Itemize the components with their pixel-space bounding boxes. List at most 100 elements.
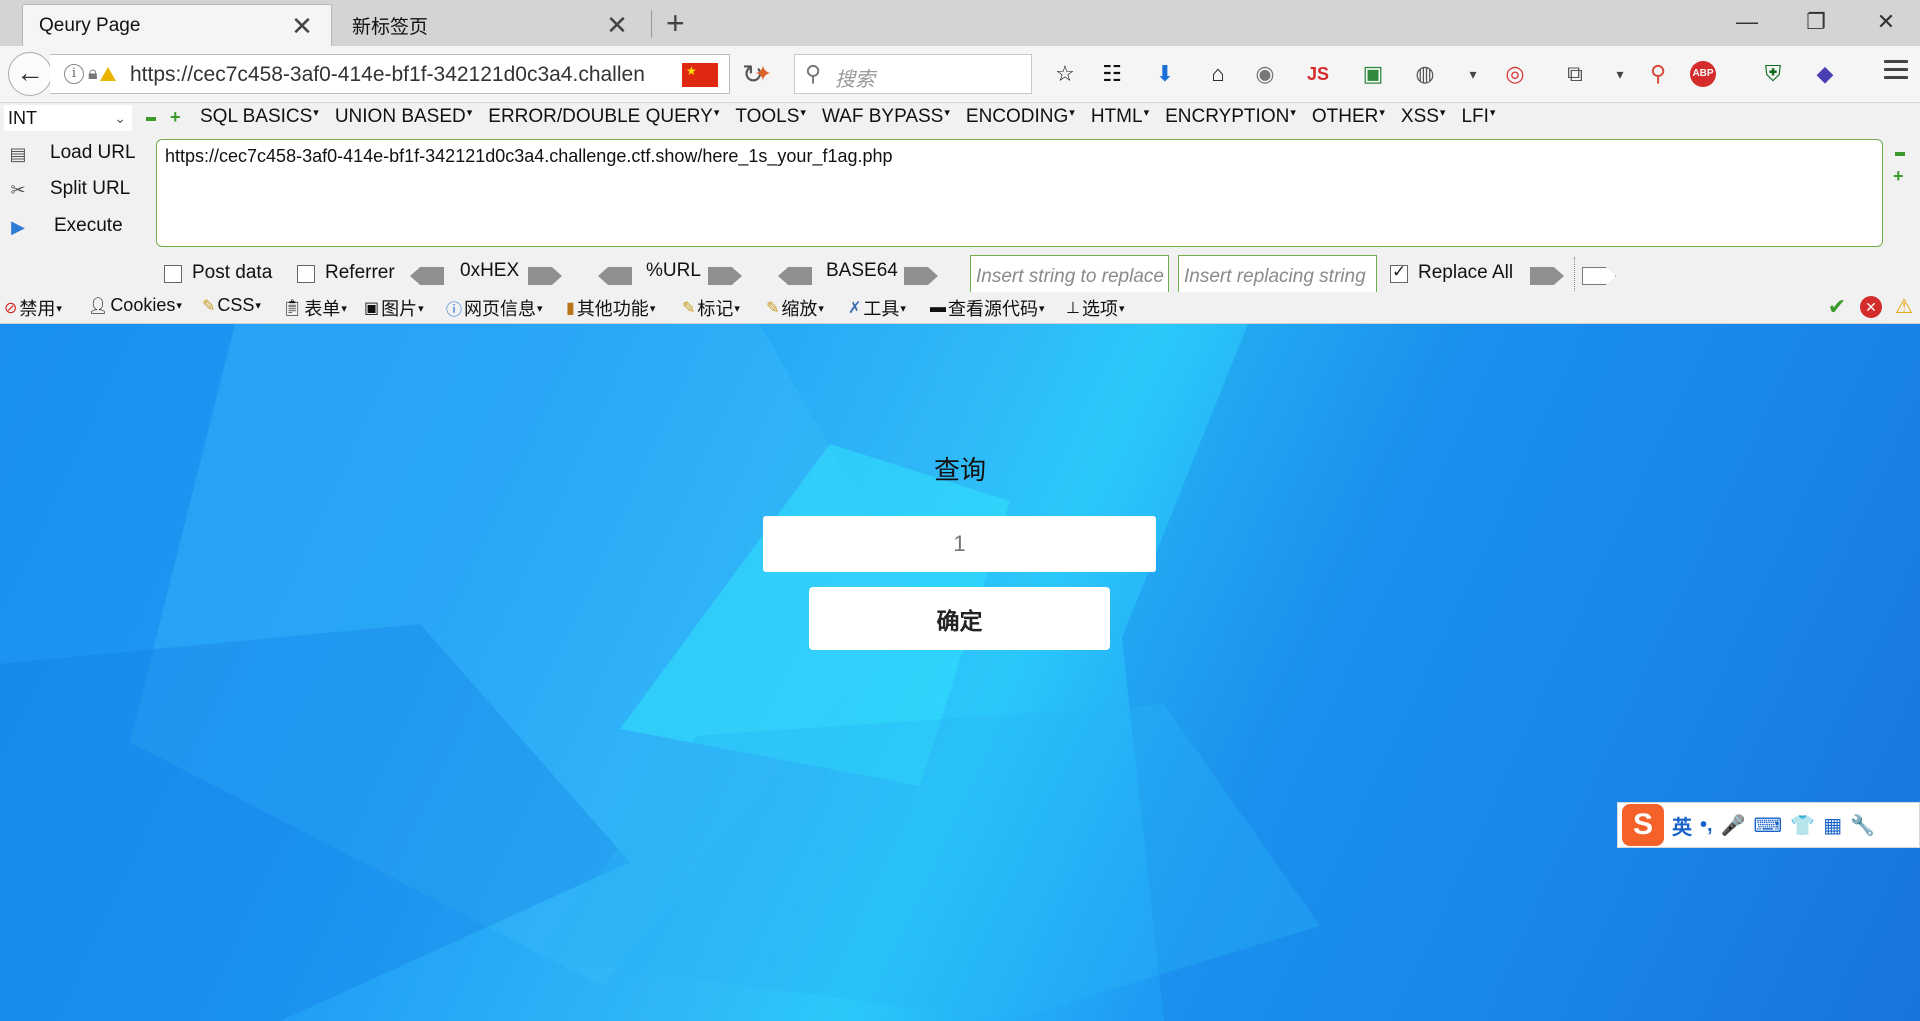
js-icon[interactable]: JS <box>1303 59 1333 89</box>
menu-html[interactable]: HTML <box>1091 106 1149 128</box>
menu-error-double-query[interactable]: ERROR/DOUBLE QUERY <box>488 106 719 128</box>
hex-label: 0xHEX <box>460 260 520 281</box>
close-window-button[interactable]: ✕ <box>1864 6 1908 38</box>
adblock-icon[interactable]: ABP <box>1690 61 1716 87</box>
url-encode-arrow[interactable] <box>708 267 742 285</box>
options-icon: ⊥ <box>1066 300 1080 317</box>
search-box[interactable]: ⚲ 搜索 <box>794 54 1032 94</box>
wd-forms[interactable]: 📋︎ 表单 ▾ <box>282 295 347 321</box>
increase-icon[interactable]: + <box>170 108 181 126</box>
dropdown-arrow-icon[interactable]: ▾ <box>1605 59 1635 89</box>
submit-button[interactable]: 确定 <box>809 587 1110 650</box>
extension-fox-icon[interactable]: ✦ <box>748 59 778 89</box>
dropdown-arrow-icon[interactable]: ▾ <box>1458 59 1488 89</box>
user-icon: 👤︎ <box>88 297 109 315</box>
replace-all-label: Replace All <box>1418 262 1514 283</box>
download-icon[interactable]: ⬇ <box>1150 59 1180 89</box>
menu-encoding[interactable]: ENCODING <box>966 106 1075 128</box>
replace-back-arrow[interactable] <box>1582 267 1616 285</box>
new-tab-button[interactable]: + <box>666 7 685 39</box>
tab-new-tab[interactable]: 新标签页 ✕ <box>336 4 646 46</box>
globe-icon[interactable]: ◉ <box>1250 59 1280 89</box>
copy-icon[interactable]: ⧉ <box>1560 59 1590 89</box>
error-icon[interactable]: ✕ <box>1860 296 1882 318</box>
ime-punctuation-icon[interactable]: •, <box>1700 814 1713 837</box>
search-placeholder: 搜索 <box>835 69 875 91</box>
tab-strip: Qeury Page ✕ 新标签页 ✕ + — ❐ ✕ <box>0 0 1920 46</box>
record-icon[interactable]: ◎ <box>1500 59 1530 89</box>
toolbox-icon[interactable]: 🔧 <box>1850 813 1875 838</box>
menu-xss[interactable]: XSS <box>1401 106 1446 128</box>
url-text[interactable]: https://cec7c458-3af0-414e-bf1f-342121d0… <box>130 63 645 87</box>
back-arrow-icon: ← <box>16 57 44 88</box>
dropdown-arrow-icon: ▾ <box>649 302 656 315</box>
menu-sql-basics[interactable]: SQL BASICS <box>200 106 319 128</box>
hamburger-menu-icon[interactable] <box>1884 60 1908 84</box>
menu-waf-bypass[interactable]: WAF BYPASS <box>822 106 950 128</box>
decrease-icon[interactable] <box>146 117 156 121</box>
reading-list-icon[interactable]: ☷ <box>1097 59 1127 89</box>
tab-close-icon[interactable]: ✕ <box>289 13 315 39</box>
menu-other[interactable]: OTHER <box>1312 106 1385 128</box>
checkmark-icon[interactable]: ✔ <box>1826 296 1848 318</box>
info-icon[interactable]: i <box>64 64 84 84</box>
menu-union-based[interactable]: UNION BASED <box>335 106 472 128</box>
ime-language[interactable]: 英 <box>1672 811 1692 840</box>
warning-icon[interactable]: ⚠ <box>1893 296 1915 318</box>
hackbar-url-textarea[interactable]: https://cec7c458-3af0-414e-bf1f-342121d0… <box>156 139 1883 247</box>
tab-qeury-page[interactable]: Qeury Page ✕ <box>22 4 332 46</box>
select-value: INT <box>8 108 37 128</box>
replace-arrow[interactable] <box>1530 267 1564 285</box>
wd-cookies[interactable]: 👤︎ Cookies ▾ <box>88 295 182 316</box>
apps-grid-icon[interactable]: ▦ <box>1823 813 1842 838</box>
palette-icon[interactable]: ◍ <box>1410 59 1440 89</box>
query-input[interactable] <box>763 516 1156 572</box>
wd-disable[interactable]: ⊘ 禁用 ▾ <box>4 295 62 321</box>
back-button[interactable]: ← <box>8 52 52 96</box>
shrink-icon[interactable] <box>1895 152 1905 156</box>
wd-resize[interactable]: ✎ 缩放 ▾ <box>766 295 824 321</box>
restore-button[interactable]: ❐ <box>1794 6 1838 38</box>
diamond-icon[interactable]: ◆ <box>1810 59 1840 89</box>
tab-separator <box>651 10 652 38</box>
dropdown-arrow-icon: ▾ <box>255 300 261 312</box>
home-icon[interactable]: ⌂ <box>1203 59 1233 89</box>
url-decode-arrow[interactable] <box>598 267 632 285</box>
url-label: %URL <box>646 260 701 281</box>
hex-decode-arrow[interactable] <box>410 267 444 285</box>
zoom-tool-icon[interactable]: ⚲ <box>1643 59 1673 89</box>
wd-images[interactable]: ▣ 图片 ▾ <box>364 295 424 321</box>
shield-icon[interactable]: ⛨ <box>1758 59 1788 89</box>
wd-outline-label: 标记 <box>697 299 734 319</box>
microphone-icon[interactable]: 🎤 <box>1721 813 1746 838</box>
keyboard-icon[interactable]: ⌨ <box>1753 813 1782 838</box>
menu-encryption[interactable]: ENCRYPTION <box>1165 106 1296 128</box>
wd-css[interactable]: ✎ CSS ▾ <box>202 295 261 316</box>
skin-icon[interactable]: 👕 <box>1790 813 1815 838</box>
base64-encode-arrow[interactable] <box>904 267 938 285</box>
wd-css-label: CSS <box>217 295 255 315</box>
menu-lfi[interactable]: LFI <box>1461 106 1495 128</box>
scissors-icon: ✂ <box>10 180 26 200</box>
wd-options[interactable]: ⊥ 选项 ▾ <box>1066 295 1124 321</box>
tab-close-icon[interactable]: ✕ <box>604 12 630 38</box>
wd-page-info[interactable]: ⓘ 网页信息 ▾ <box>446 295 543 321</box>
wd-misc[interactable]: ▮ 其他功能 ▾ <box>566 295 655 321</box>
injection-type-select[interactable]: INT ⌄ <box>4 105 132 131</box>
sogou-logo-icon[interactable]: S <box>1622 804 1664 846</box>
wd-view-source[interactable]: ▬ 查看源代码 ▾ <box>930 295 1045 321</box>
dropdown-arrow-icon: ▾ <box>1118 302 1125 315</box>
minimize-button[interactable]: — <box>1725 6 1769 38</box>
picture-icon[interactable]: ▣ <box>1358 59 1388 89</box>
address-bar[interactable]: i 🔒︎ https://cec7c458-3af0-414e-bf1f-342… <box>50 54 764 94</box>
wd-outline[interactable]: ✎ 标记 ▾ <box>682 295 740 321</box>
replace-all-checkbox[interactable] <box>1390 262 1408 283</box>
base64-decode-arrow[interactable] <box>778 267 812 285</box>
hex-encode-arrow[interactable] <box>528 267 562 285</box>
expand-icon[interactable]: + <box>1893 167 1904 185</box>
bookmark-star-icon[interactable]: ☆ <box>1050 59 1080 89</box>
post-data-checkbox[interactable] <box>164 265 182 283</box>
wd-tools[interactable]: ✗ 工具 ▾ <box>848 295 906 321</box>
referrer-checkbox[interactable] <box>297 265 315 283</box>
menu-tools[interactable]: TOOLS <box>735 106 806 128</box>
